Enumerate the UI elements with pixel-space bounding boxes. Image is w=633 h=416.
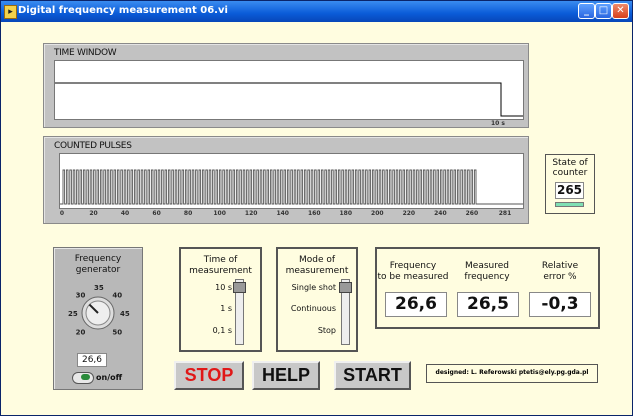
- time-option-1s[interactable]: 1 s: [220, 304, 232, 313]
- mode-option-continuous[interactable]: Continuous: [291, 304, 336, 313]
- frequency-knob[interactable]: 20 25 30 35 40 45 50: [54, 276, 142, 346]
- relative-error-title-2: error %: [543, 272, 577, 282]
- mode-slider-thumb[interactable]: [339, 282, 352, 293]
- pulse-train: [60, 169, 523, 205]
- time-slider-track[interactable]: [233, 279, 246, 345]
- pulse-axis-tick: 100: [213, 210, 226, 217]
- time-title-2: measurement: [189, 266, 252, 276]
- dial-tick-label: 50: [112, 328, 122, 336]
- dial-tick-label: 20: [76, 328, 86, 336]
- generator-value[interactable]: 26,6: [77, 353, 107, 367]
- title-bar: ▸ Digital frequency measurement 06.vi _ …: [1, 1, 632, 22]
- results-panel: Frequency to be measured Measured freque…: [375, 247, 600, 329]
- generator-title-1: Frequency: [74, 254, 122, 264]
- mode-title-2: measurement: [285, 266, 349, 276]
- window-title: Digital frequency measurement 06.vi: [18, 5, 228, 16]
- pulse-axis-tick: 200: [371, 210, 384, 217]
- credit-label: designed: L. Referowski ptetis@ely.pg.gd…: [426, 364, 598, 383]
- pulse-axis-tick: 220: [402, 210, 416, 217]
- measured-freq-value: 26,5: [457, 292, 519, 317]
- mode-slider-track[interactable]: [339, 279, 352, 345]
- help-button[interactable]: HELP: [252, 361, 320, 390]
- freq-to-measure-title-1: Frequency: [389, 261, 437, 271]
- state-of-counter-title-2: counter: [552, 168, 588, 178]
- measured-freq-title-1: Measured: [465, 261, 509, 271]
- dial-tick-label: 25: [68, 310, 78, 318]
- mode-option-stop[interactable]: Stop: [318, 326, 336, 335]
- freq-to-measure-value: 26,6: [385, 292, 447, 317]
- minimize-button[interactable]: _: [578, 3, 595, 19]
- on-off-label: on/off: [96, 373, 123, 382]
- state-of-counter-panel: State of counter 265: [545, 154, 595, 214]
- dial-tick-label: 40: [112, 292, 122, 300]
- maximize-button[interactable]: □: [595, 3, 612, 19]
- counted-pulses-plot: [59, 153, 524, 209]
- pulse-comb: [60, 169, 523, 205]
- time-option-10s[interactable]: 10 s: [215, 283, 232, 292]
- time-title-1: Time of: [203, 255, 238, 265]
- mode-of-measurement-panel: Mode of measurement Single shot Continuo…: [276, 247, 358, 352]
- counted-pulses-label: COUNTED PULSES: [54, 141, 132, 151]
- time-window-waveform: [55, 82, 523, 117]
- measured-freq-title-2: frequency: [464, 272, 510, 282]
- app-window: ▸ Digital frequency measurement 06.vi _ …: [0, 0, 633, 416]
- pulse-axis-tick: 160: [307, 210, 321, 217]
- pulse-axis-tick: 260: [465, 210, 479, 217]
- time-window-label: TIME WINDOW: [54, 48, 117, 58]
- switch-lamp: [81, 374, 90, 380]
- time-window-plot: [54, 60, 524, 120]
- pulse-axis-tick: 180: [339, 210, 353, 217]
- frequency-generator-panel: Frequency generator 20 25 30 35 40 45 50…: [53, 247, 143, 390]
- time-of-measurement-panel: Time of measurement 10 s 1 s 0,1 s: [179, 247, 262, 352]
- on-off-switch[interactable]: [72, 372, 94, 384]
- time-window-graph: TIME WINDOW 10 s: [43, 43, 529, 128]
- pulse-axis-tick: 120: [244, 210, 258, 217]
- dial-tick-label: 45: [120, 310, 130, 318]
- dial-tick-label: 30: [76, 292, 86, 300]
- pulse-axis-tick: 40: [120, 210, 130, 217]
- start-button[interactable]: START: [334, 361, 411, 390]
- pulse-axis-tick: 281: [498, 210, 512, 217]
- dial-tick-label: 35: [94, 284, 104, 292]
- close-button[interactable]: ✕: [612, 3, 629, 19]
- pulse-axis-tick: 0: [59, 210, 65, 217]
- pulse-axis-tick: 140: [276, 210, 289, 217]
- mode-title-1: Mode of: [298, 255, 336, 265]
- pulse-axis-tick: 20: [89, 210, 98, 217]
- mode-option-single-shot[interactable]: Single shot: [292, 283, 336, 292]
- relative-error-value: -0,3: [529, 292, 591, 317]
- relative-error-title-1: Relative: [541, 261, 579, 271]
- generator-title-2: generator: [75, 265, 121, 275]
- counted-pulses-graph: COUNTED PULSES 0 20 40 60 80 100 120 140 160 180 2…: [43, 136, 529, 224]
- stop-button[interactable]: STOP: [174, 361, 244, 390]
- time-option-0-1s[interactable]: 0,1 s: [213, 326, 232, 335]
- time-window-end-label: 10 s: [490, 120, 506, 127]
- time-slider-thumb[interactable]: [233, 282, 246, 293]
- pulse-axis-tick: 80: [183, 210, 193, 217]
- freq-to-measure-title-2: to be measured: [377, 272, 449, 282]
- front-panel: TIME WINDOW 10 s COUNTED PULSES 0 20 40 60 8…: [1, 22, 632, 415]
- counter-value: 265: [555, 182, 584, 199]
- counter-led: [555, 202, 584, 207]
- pulse-axis-tick: 240: [434, 210, 447, 217]
- labview-vi-icon: ▸: [4, 5, 17, 19]
- pulse-axis-tick: 60: [152, 210, 161, 217]
